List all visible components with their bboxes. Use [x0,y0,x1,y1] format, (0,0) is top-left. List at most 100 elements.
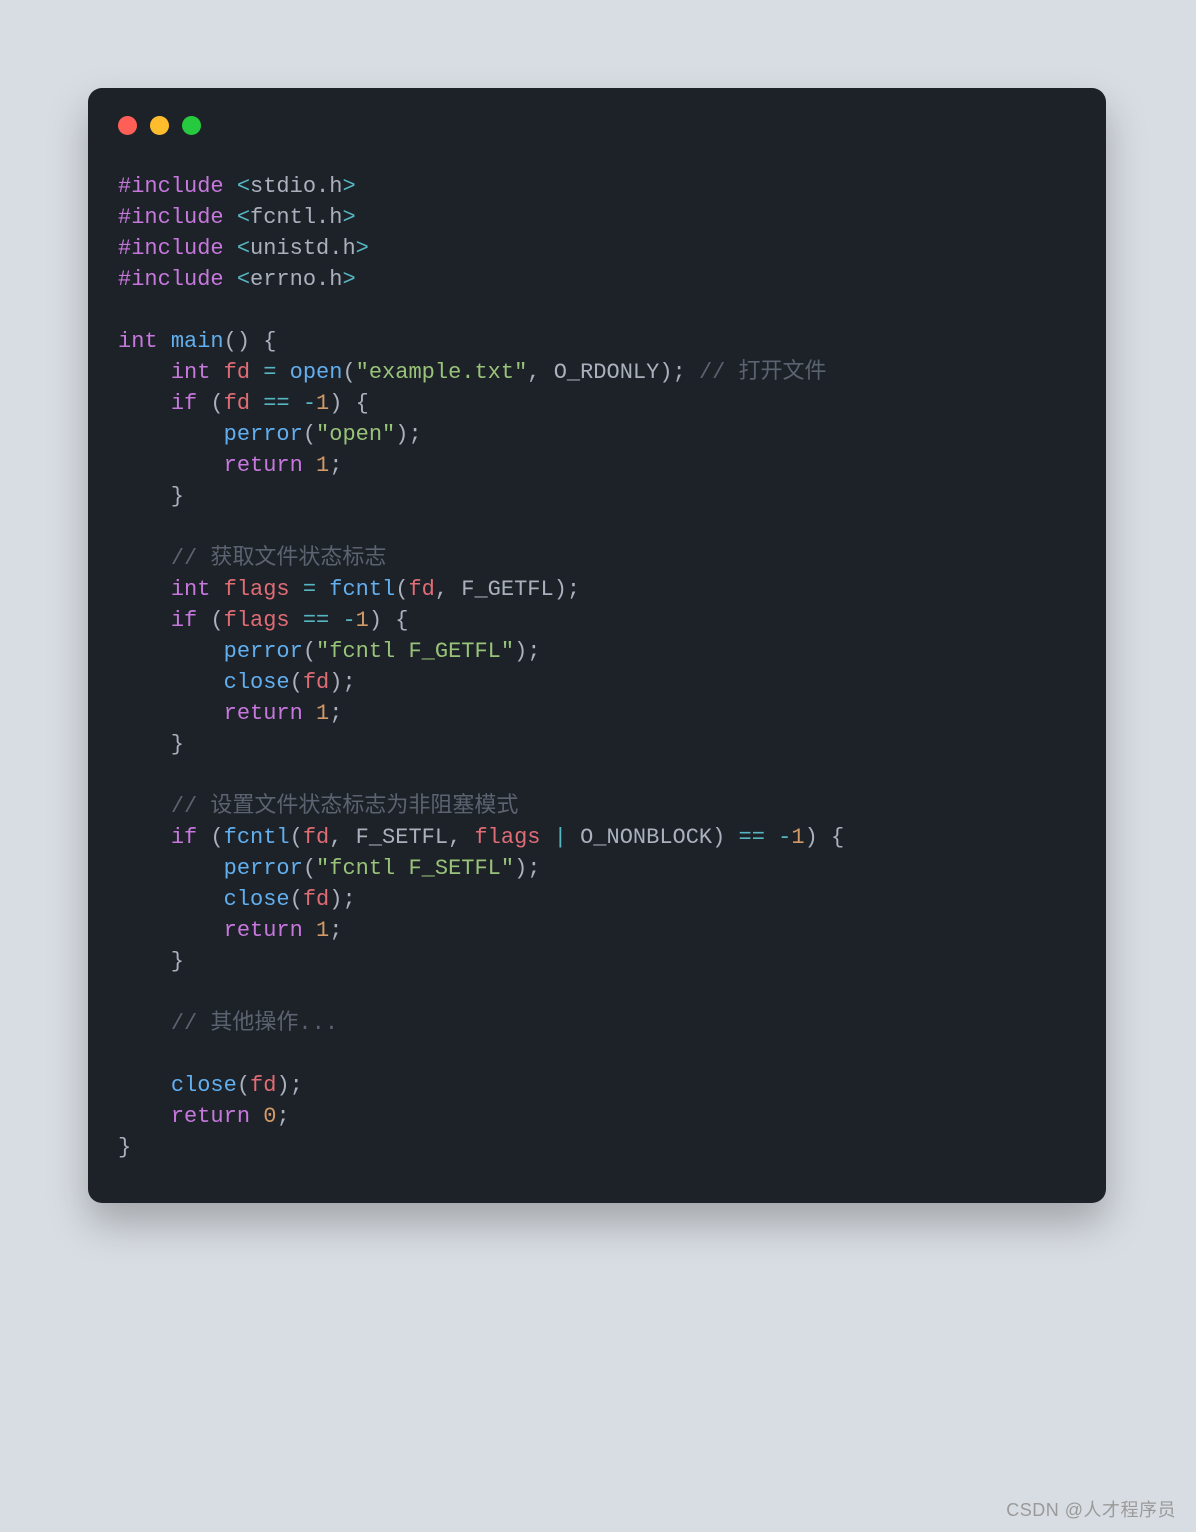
minimize-icon[interactable] [150,116,169,135]
code-token: // 其他操作... [171,1011,338,1036]
code-token: errno.h [250,267,342,292]
code-token: ; [329,918,342,943]
code-token: 1 [316,453,329,478]
code-token: = [263,360,276,385]
code-token [118,1011,171,1036]
code-token: int [118,329,158,354]
code-token: ) { [369,608,409,633]
code-token: #include [118,205,224,230]
code-token: > [342,267,355,292]
code-token [224,174,237,199]
code-token [224,267,237,292]
code-token: ( [197,391,223,416]
code-token [158,329,171,354]
code-token: fd [224,360,250,385]
code-token: return [224,701,303,726]
code-token: } [118,484,184,509]
code-token [118,918,224,943]
code-token: if [171,608,197,633]
code-token [210,577,223,602]
code-token: #include [118,267,224,292]
code-token [250,1104,263,1129]
code-token: ); [329,670,355,695]
code-window: #include <stdio.h> #include <fcntl.h> #i… [88,88,1106,1203]
code-token: == [303,608,329,633]
code-token [765,825,778,850]
code-token: ); [514,856,540,881]
code-token: ( [290,670,303,695]
code-token: #include [118,174,224,199]
close-icon[interactable] [118,116,137,135]
code-token: , O_RDONLY); [527,360,699,385]
code-token: flags [224,577,290,602]
code-token: < [237,267,250,292]
code-token: return [171,1104,250,1129]
code-token [276,360,289,385]
code-token: > [342,205,355,230]
code-token: ) { [805,825,845,850]
code-token: fcntl.h [250,205,342,230]
code-token: ); [514,639,540,664]
code-token: if [171,391,197,416]
code-token: ; [329,701,342,726]
code-token: ; [276,1104,289,1129]
code-token [290,608,303,633]
code-token: fd [303,825,329,850]
code-token: fcntl [224,825,290,850]
code-token: "example.txt" [356,360,528,385]
code-token [118,639,224,664]
code-token: ( [290,825,303,850]
code-token: , F_SETFL, [329,825,474,850]
code-token: < [237,236,250,261]
code-token: ( [342,360,355,385]
code-token: > [356,236,369,261]
code-token [118,546,171,571]
code-token [303,918,316,943]
code-token: fd [250,1073,276,1098]
code-token [118,887,224,912]
code-token [316,577,329,602]
code-token [118,453,224,478]
code-token [118,670,224,695]
code-token: ); [276,1073,302,1098]
code-token: ( [197,608,223,633]
code-token: ); [329,887,355,912]
code-token: ( [303,639,316,664]
code-token [118,391,171,416]
code-token [290,577,303,602]
code-token: > [342,174,355,199]
code-token: < [237,174,250,199]
code-token [250,360,263,385]
code-token [118,608,171,633]
code-token [118,360,171,385]
code-token: #include [118,236,224,261]
window-controls [118,116,1076,135]
code-token [250,391,263,416]
code-token: int [171,577,211,602]
code-token: 1 [316,918,329,943]
code-token [541,825,554,850]
code-token: ( [290,887,303,912]
code-token: return [224,918,303,943]
code-token: ); [395,422,421,447]
code-token: | [554,825,567,850]
code-token: close [171,1073,237,1098]
code-token: perror [224,422,303,447]
code-token: // 打开文件 [699,360,827,385]
code-token: < [237,205,250,230]
code-token: perror [224,639,303,664]
code-token [118,825,171,850]
code-token: 0 [263,1104,276,1129]
code-token: open [290,360,343,385]
code-token: - [342,608,355,633]
zoom-icon[interactable] [182,116,201,135]
code-token: 1 [316,701,329,726]
code-token: return [224,453,303,478]
code-token: ( [237,1073,250,1098]
code-token: fd [408,577,434,602]
code-token: ( [303,856,316,881]
code-token: // 获取文件状态标志 [171,546,387,571]
code-token: ) { [329,391,369,416]
code-token: == [263,391,289,416]
watermark-text: CSDN @人才程序员 [1006,1496,1176,1522]
